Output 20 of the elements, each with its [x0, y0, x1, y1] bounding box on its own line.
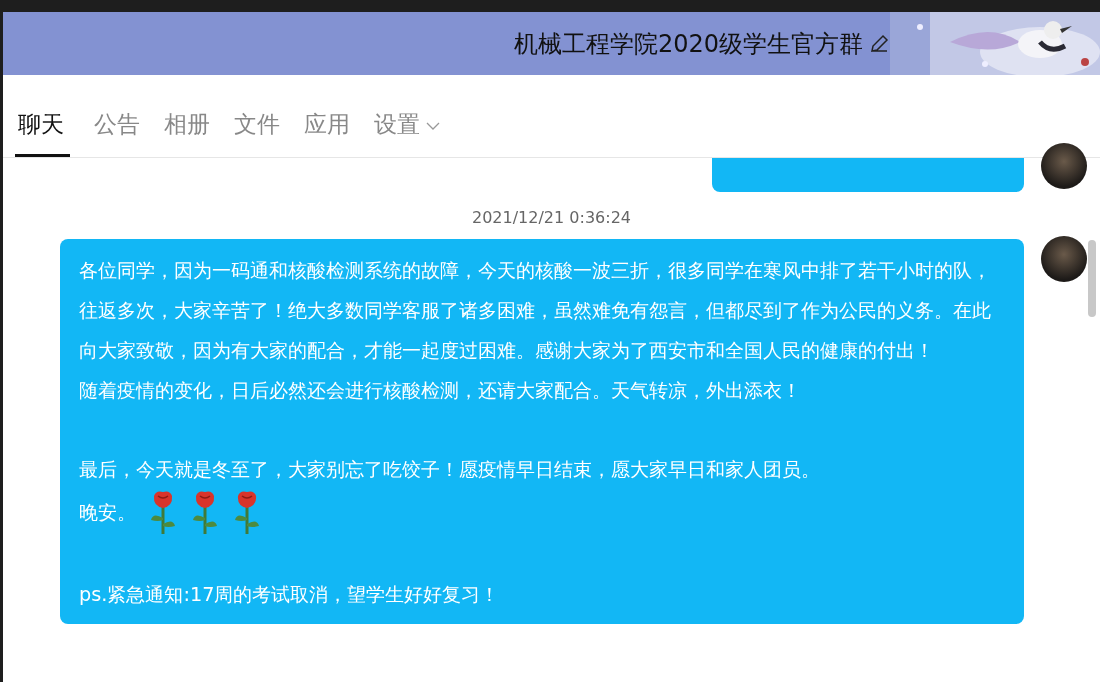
message-text: ps.紧急通知:17周的考试取消，望学生好好复习！: [79, 582, 500, 608]
rose-icon: [148, 490, 178, 536]
tab[interactable]: 公告: [91, 91, 140, 157]
rose-icon: [232, 490, 262, 536]
tab[interactable]: 文件: [231, 91, 280, 157]
message-text: 各位同学，因为一码通和核酸检测系统的故障，今天的核酸一波三折，很多同学在寒风中排了若干小时的队，往返多次，大家辛苦了！绝大多数同学客服了诸多困难，虽然难免有怨言，但都尽到了作为公民的义务。在此向大家致敬，因为有大家的配合，才能一起度过困难。感谢大家为了西安市和全国人民的健康的付出！: [79, 258, 992, 364]
rose-icon: [190, 490, 220, 536]
avatar[interactable]: [1041, 236, 1087, 282]
group-title: 机械工程学院2020级学生官方群: [513, 28, 864, 60]
pencil-icon[interactable]: [869, 33, 890, 54]
scrollbar[interactable]: [1088, 240, 1096, 317]
tab[interactable]: 聊天: [15, 91, 70, 157]
tab[interactable]: 设置: [371, 91, 440, 157]
avatar[interactable]: [1041, 143, 1087, 189]
message-text: 随着疫情的变化，日后必然还会进行核酸检测，还请大家配合。天气转凉，外出添衣！: [79, 378, 801, 404]
message-text: 晚安。: [79, 500, 136, 526]
tab[interactable]: 应用: [301, 91, 350, 157]
tab[interactable]: 相册: [161, 91, 210, 157]
timestamp: 2021/12/21 0:36:24: [472, 208, 631, 227]
message-text: 最后，今天就是冬至了，大家别忘了吃饺子！愿疫情早日结束，愿大家早日和家人团员。: [79, 457, 820, 483]
